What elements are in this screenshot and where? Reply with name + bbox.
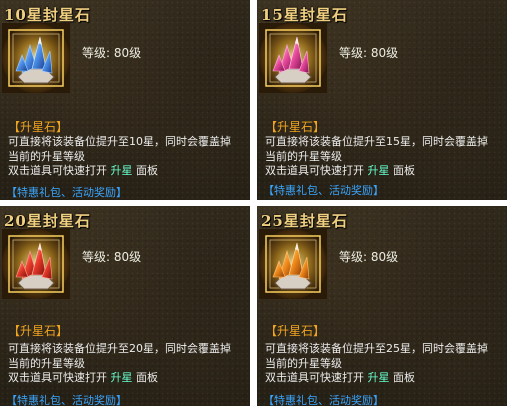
item-icon-slot[interactable] [2, 229, 70, 299]
item-type-tag: 【升星石】 [8, 324, 69, 338]
item-level: 等级: 80级 [82, 250, 142, 264]
item-source-link[interactable]: 【特惠礼包、活动奖励】 [6, 392, 127, 406]
item-icon-slot[interactable] [259, 229, 327, 299]
item-tooltip-25-star: 25星封星石 等级: 80级 【升星石】 可直接将该装备位提升至25星，同时会覆… [257, 206, 507, 406]
description-line: 双击道具可快速打开 升星 面板 [8, 164, 248, 179]
description-text: 双击道具可快速打开 [265, 371, 364, 384]
item-description: 可直接将该装备位提升至15星，同时会覆盖掉 当前的升星等级 双击道具可快速打开 … [265, 135, 505, 179]
description-line: 当前的升星等级 [8, 356, 85, 370]
upgrade-star-link[interactable]: 升星 [111, 371, 133, 384]
item-title: 10星封星石 [4, 6, 91, 24]
item-level: 等级: 80级 [339, 46, 399, 60]
upgrade-star-link[interactable]: 升星 [368, 371, 390, 384]
description-line: 当前的升星等级 [8, 149, 85, 163]
item-source-link[interactable]: 【特惠礼包、活动奖励】 [263, 182, 384, 198]
description-text: 双击道具可快速打开 [8, 164, 107, 177]
item-level: 等级: 80级 [82, 46, 142, 60]
item-description: 可直接将该装备位提升至10星，同时会覆盖掉 当前的升星等级 双击道具可快速打开 … [8, 135, 248, 179]
item-type-tag: 【升星石】 [265, 324, 326, 338]
item-icon-slot[interactable] [259, 23, 327, 93]
item-source-link[interactable]: 【特惠礼包、活动奖励】 [263, 392, 384, 406]
pink-star-crystal-icon [259, 23, 327, 93]
description-text: 面板 [393, 164, 415, 177]
upgrade-star-link[interactable]: 升星 [368, 164, 390, 177]
item-type-tag: 【升星石】 [8, 120, 69, 134]
item-tooltip-15-star: 15星封星石 等级: 80级 【升星石】 可直接将该装备位提升至15星，同时会覆… [257, 0, 507, 200]
description-text: 双击道具可快速打开 [265, 164, 364, 177]
item-tooltip-10-star: 10星封星石 等级: 80级 【升星石】 可直接将该装备位提升至10星，同时会覆… [0, 0, 250, 200]
description-line: 可直接将该装备位提升至25星，同时会覆盖掉 [265, 342, 488, 355]
description-line: 可直接将该装备位提升至20星，同时会覆盖掉 [8, 342, 231, 355]
description-line: 当前的升星等级 [265, 356, 342, 370]
description-line: 双击道具可快速打开 升星 面板 [265, 164, 505, 179]
description-text: 双击道具可快速打开 [8, 371, 107, 384]
item-icon-slot[interactable] [2, 23, 70, 93]
item-title: 25星封星石 [261, 212, 348, 230]
upgrade-star-link[interactable]: 升星 [111, 164, 133, 177]
item-level: 等级: 80级 [339, 250, 399, 264]
description-line: 可直接将该装备位提升至15星，同时会覆盖掉 [265, 135, 488, 148]
description-text: 面板 [136, 164, 158, 177]
description-text: 面板 [136, 371, 158, 384]
orange-star-crystal-icon [259, 229, 327, 299]
item-title: 15星封星石 [261, 6, 348, 24]
item-description: 可直接将该装备位提升至25星，同时会覆盖掉 当前的升星等级 双击道具可快速打开 … [265, 342, 505, 386]
item-tooltip-20-star: 20星封星石 等级: 80级 【升星石】 可直接将该装备位提升至20星，同时会覆… [0, 206, 250, 406]
description-line: 可直接将该装备位提升至10星，同时会覆盖掉 [8, 135, 231, 148]
blue-star-crystal-icon [2, 23, 70, 93]
description-line: 双击道具可快速打开 升星 面板 [8, 371, 248, 386]
item-source-link[interactable]: 【特惠礼包、活动奖励】 [6, 184, 127, 200]
item-description: 可直接将该装备位提升至20星，同时会覆盖掉 当前的升星等级 双击道具可快速打开 … [8, 342, 248, 386]
description-text: 面板 [393, 371, 415, 384]
item-type-tag: 【升星石】 [265, 120, 326, 134]
item-title: 20星封星石 [4, 212, 91, 230]
description-line: 双击道具可快速打开 升星 面板 [265, 371, 505, 386]
description-line: 当前的升星等级 [265, 149, 342, 163]
red-star-crystal-icon [2, 229, 70, 299]
